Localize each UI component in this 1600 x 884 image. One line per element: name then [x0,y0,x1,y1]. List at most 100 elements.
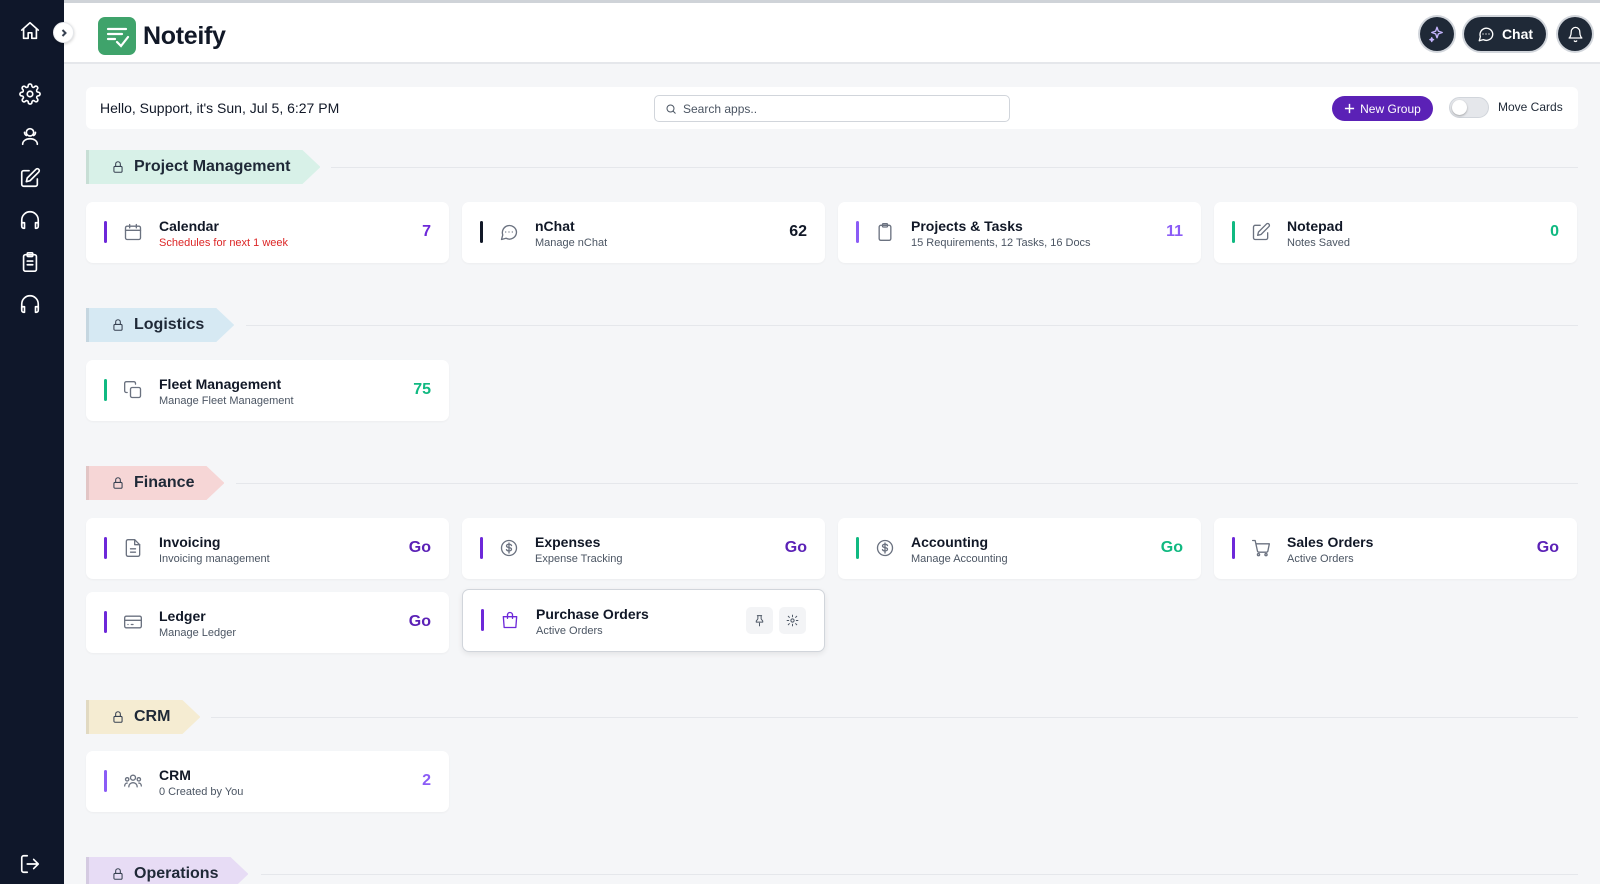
card-count: 75 [413,381,431,398]
app-card-calendar[interactable]: Calendar Schedules for next 1 week 7 [86,202,449,263]
headphones-icon[interactable] [14,204,46,236]
app-card-fleet-management[interactable]: Fleet Management Manage Fleet Management… [86,360,449,421]
card-accent-bar [481,609,484,631]
card-subtitle: Manage Fleet Management [159,395,294,407]
clipboard-list-icon[interactable] [14,246,46,278]
app-card-crm[interactable]: CRM 0 Created by You 2 [86,751,449,812]
divider [236,483,1578,484]
app-card-notepad[interactable]: Notepad Notes Saved 0 [1214,202,1577,263]
dashboard-toolbar: Hello, Support, it's Sun, Jul 5, 6:27 PM… [86,87,1578,129]
card-accent-bar [104,770,107,792]
group-finance: Finance [86,466,1578,500]
app-card-purchase-orders[interactable]: Purchase Orders Active Orders [462,589,825,652]
app-card-projects-tasks[interactable]: Projects & Tasks 15 Requirements, 12 Tas… [838,202,1201,263]
divider [211,717,1578,718]
card-title: Purchase Orders [536,606,649,622]
group-name: Project Management [134,158,291,175]
edit-note-icon[interactable] [14,162,46,194]
divider [331,167,1578,168]
copy-icon [122,379,144,401]
card-accent-bar [480,537,483,559]
card-subtitle: Invoicing management [159,553,270,565]
logout-icon[interactable] [14,848,46,880]
card-actions [746,607,806,634]
card-go-link[interactable]: Go [409,539,431,557]
search-box[interactable] [654,95,1010,122]
card-go-link[interactable]: Go [409,613,431,631]
app-card-invoicing[interactable]: Invoicing Invoicing management Go [86,518,449,579]
app-card-sales-orders[interactable]: Sales Orders Active Orders Go [1214,518,1577,579]
app-card-ledger[interactable]: Ledger Manage Ledger Go [86,592,449,653]
message-circle-icon [498,221,520,243]
pin-button[interactable] [746,607,773,634]
cart-icon [1250,537,1272,559]
dollar-circle-icon [498,537,520,559]
settings-gear-icon[interactable] [14,78,46,110]
group-tag-operations[interactable]: Operations [86,857,248,884]
edit-icon [1250,221,1272,243]
pin-icon [755,615,764,627]
users-icon [122,770,144,792]
group-tag-logistics[interactable]: Logistics [86,308,234,342]
group-tag-crm[interactable]: CRM [86,700,200,734]
card-subtitle: Manage Ledger [159,627,237,639]
card-accent-bar [104,221,107,243]
app-card-accounting[interactable]: Accounting Manage Accounting Go [838,518,1201,579]
card-accent-bar [104,379,107,401]
card-subtitle: Active Orders [536,625,603,637]
noteify-logo-icon [98,17,136,55]
group-tag-finance[interactable]: Finance [86,466,224,500]
card-accent-bar [104,537,107,559]
card-go-link[interactable]: Go [1537,539,1559,557]
card-title: Invoicing [159,534,221,550]
group-project-management: Project Management [86,150,1578,184]
plus-icon [1345,103,1355,114]
notifications-button[interactable] [1558,17,1592,51]
card-accent-bar [480,221,483,243]
card-settings-button[interactable] [779,607,806,634]
new-group-button[interactable]: New Group [1332,96,1433,121]
card-title: Accounting [911,534,988,550]
card-accent-bar [104,611,107,633]
card-go-link[interactable]: Go [1161,539,1183,557]
dollar-circle-icon [874,537,896,559]
card-subtitle: 15 Requirements, 12 Tasks, 16 Docs [911,237,1091,249]
card-title: Calendar [159,218,219,234]
card-accent-bar [1232,537,1235,559]
group-tag-project-management[interactable]: Project Management [86,150,320,184]
card-go-link[interactable]: Go [785,539,807,557]
users-icon[interactable] [14,120,46,152]
app-card-nchat[interactable]: nChat Manage nChat 62 [462,202,825,263]
card-subtitle: Expense Tracking [535,553,623,565]
search-input[interactable] [683,101,993,116]
move-cards-toggle[interactable] [1449,97,1489,118]
lock-icon [111,867,125,881]
headphones-icon[interactable] [14,288,46,320]
card-accent-bar [1232,221,1235,243]
greeting-text: Hello, Support, it's Sun, Jul 5, 6:27 PM [100,100,340,116]
group-operations: Operations [86,857,1578,884]
sparkle-icon [1429,26,1443,43]
home-icon[interactable] [14,15,46,47]
card-title: CRM [159,767,191,783]
clipboard-icon [874,221,896,243]
card-title: Projects & Tasks [911,218,1023,234]
app-card-expenses[interactable]: Expenses Expense Tracking Go [462,518,825,579]
card-title: Fleet Management [159,376,282,392]
card-accent-bar [856,537,859,559]
app-logo[interactable]: Noteify [98,17,226,55]
sidebar [0,0,64,884]
chat-button[interactable]: Chat [1464,17,1546,51]
group-name: CRM [134,708,171,725]
credit-card-icon [122,611,144,633]
divider [246,325,1578,326]
bell-icon [1567,26,1583,42]
lock-icon [111,160,125,174]
gear-icon [786,614,799,627]
card-subtitle: Manage nChat [535,237,608,249]
sidebar-collapse-button[interactable] [53,22,74,43]
card-count: 11 [1166,223,1183,240]
chat-button-label: Chat [1501,26,1534,42]
card-subtitle: 0 Created by You [159,786,244,798]
ai-sparkle-button[interactable] [1420,17,1454,51]
